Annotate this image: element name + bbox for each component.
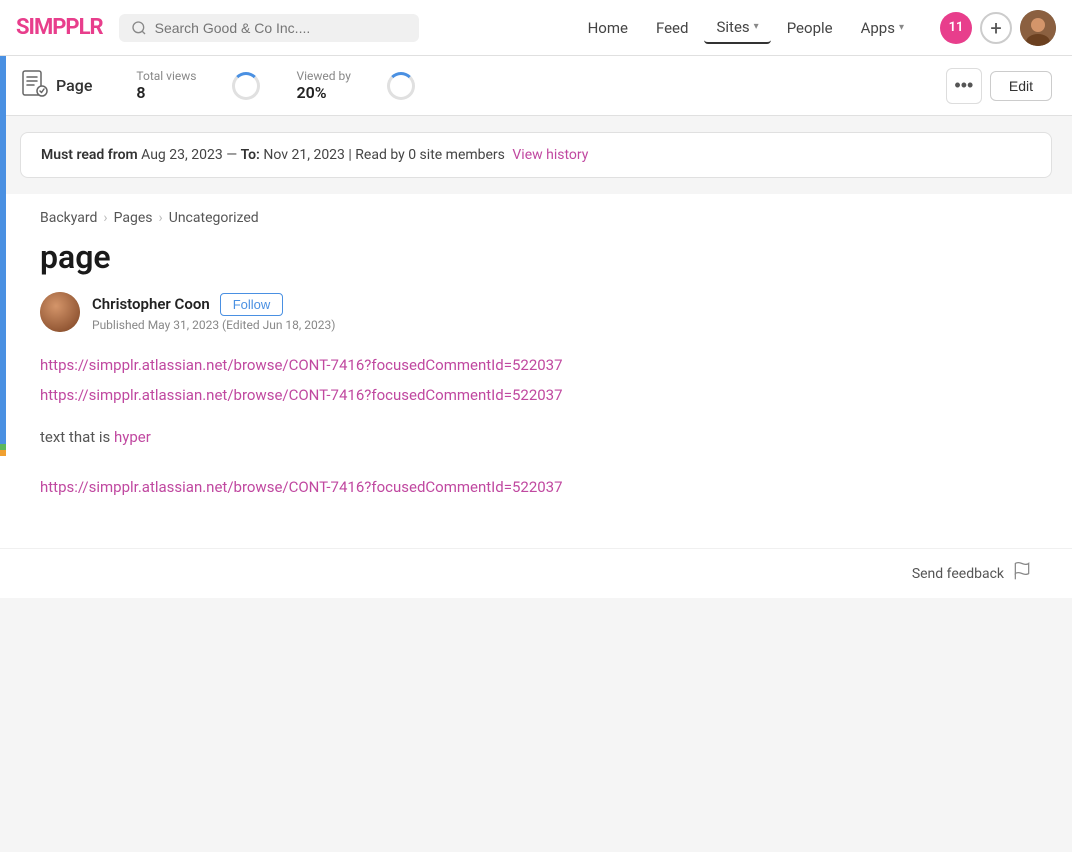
total-views-spinner xyxy=(228,68,264,104)
published-prefix: Published xyxy=(92,318,145,332)
breadcrumb-pages[interactable]: Pages xyxy=(114,210,153,226)
feedback-bar: Send feedback xyxy=(0,548,1072,598)
edit-button[interactable]: Edit xyxy=(990,71,1052,101)
page-actions: ••• Edit xyxy=(946,68,1052,104)
must-read-banner: Must read from Aug 23, 2023 — To: Nov 21… xyxy=(20,132,1052,178)
left-accent-bar xyxy=(0,56,6,456)
nav-link-people[interactable]: People xyxy=(775,13,845,43)
stats-group: Total views 8 Viewed by 20% xyxy=(136,68,418,104)
nav-link-home[interactable]: Home xyxy=(576,13,640,43)
nav-link-sites[interactable]: Sites ▾ xyxy=(704,12,770,44)
flag-icon[interactable] xyxy=(1012,561,1032,586)
page-icon-label: Page xyxy=(20,69,92,102)
search-icon xyxy=(131,20,147,36)
author-row: Christopher Coon Follow Published May 31… xyxy=(0,284,1072,348)
nav-links: Home Feed Sites ▾ People Apps ▾ xyxy=(576,12,916,44)
page-title: page xyxy=(40,238,1032,276)
spinner-circle xyxy=(232,72,260,100)
breadcrumb-sep-2: › xyxy=(159,210,163,226)
flag-svg xyxy=(1012,561,1032,581)
follow-button[interactable]: Follow xyxy=(220,293,284,316)
notification-badge[interactable]: 11 xyxy=(940,12,972,44)
to-date: Nov 21, 2023 xyxy=(263,147,345,163)
content-link-1[interactable]: https://simpplr.atlassian.net/browse/CON… xyxy=(40,356,1032,374)
must-read-separator: — xyxy=(226,147,240,163)
pub-date: May 31, 2023 xyxy=(148,318,219,332)
breadcrumb: Backyard › Pages › Uncategorized xyxy=(0,194,1072,226)
search-input[interactable] xyxy=(155,20,407,36)
view-history-link[interactable]: View history xyxy=(512,147,588,163)
logo[interactable]: SIMPPLR xyxy=(16,15,103,40)
accent-blue xyxy=(0,56,6,444)
accent-orange xyxy=(0,450,6,456)
page-body: https://simpplr.atlassian.net/browse/CON… xyxy=(0,348,1072,548)
must-read-to-label: To: xyxy=(241,147,260,163)
author-name-row: Christopher Coon Follow xyxy=(92,293,335,316)
hyper-link[interactable]: hyper xyxy=(114,428,151,446)
total-views-stat: Total views 8 xyxy=(136,69,196,102)
author-avatar[interactable] xyxy=(40,292,80,332)
apps-chevron-icon: ▾ xyxy=(899,22,904,33)
author-avatar-image xyxy=(40,292,80,332)
page-doc-icon xyxy=(20,69,48,102)
add-button[interactable]: + xyxy=(980,12,1012,44)
author-name: Christopher Coon xyxy=(92,295,210,313)
avatar-image xyxy=(1020,10,1056,46)
nav-link-apps[interactable]: Apps ▾ xyxy=(849,13,916,43)
content-wrapper: Backyard › Pages › Uncategorized page Ch… xyxy=(0,194,1072,598)
read-count: 0 site members xyxy=(408,147,505,163)
breadcrumb-sep-1: › xyxy=(103,210,107,226)
breadcrumb-uncategorized[interactable]: Uncategorized xyxy=(169,210,259,226)
logo-text-plain: SIM xyxy=(16,15,52,40)
page-icon-svg xyxy=(20,69,48,97)
nav-link-feed[interactable]: Feed xyxy=(644,13,701,43)
user-avatar[interactable] xyxy=(1020,10,1056,46)
avatar-svg xyxy=(1020,10,1056,46)
top-navigation: SIMPPLR Home Feed Sites ▾ People Apps ▾ … xyxy=(0,0,1072,56)
viewed-by-label: Viewed by xyxy=(296,69,350,83)
total-views-label: Total views xyxy=(136,69,196,83)
content-link-3[interactable]: https://simpplr.atlassian.net/browse/CON… xyxy=(40,478,1032,496)
page-title-area: page xyxy=(0,226,1072,284)
search-bar[interactable] xyxy=(119,14,419,42)
nav-actions: 11 + xyxy=(940,10,1056,46)
sites-chevron-icon: ▾ xyxy=(754,21,759,32)
logo-text-accent: PPLR xyxy=(52,15,102,40)
spinner-circle-2 xyxy=(387,72,415,100)
from-date: Aug 23, 2023 xyxy=(141,147,223,163)
must-read-read-by: | Read by xyxy=(348,147,408,163)
page-header-label: Page xyxy=(56,76,92,95)
viewed-by-spinner xyxy=(383,68,419,104)
author-meta: Published May 31, 2023 (Edited Jun 18, 2… xyxy=(92,318,335,332)
edit-date: (Edited Jun 18, 2023) xyxy=(222,318,335,332)
content-link-2[interactable]: https://simpplr.atlassian.net/browse/CON… xyxy=(40,386,1032,404)
hyper-text-before: text that is xyxy=(40,428,114,446)
hyper-text-block: text that is hyper xyxy=(40,428,1032,446)
send-feedback-label: Send feedback xyxy=(912,566,1004,582)
breadcrumb-backyard[interactable]: Backyard xyxy=(40,210,97,226)
viewed-by-stat: Viewed by 20% xyxy=(296,69,350,102)
page-header-bar: Page Total views 8 Viewed by 20% ••• Edi… xyxy=(0,56,1072,116)
must-read-label: Must read from xyxy=(41,147,138,163)
more-options-button[interactable]: ••• xyxy=(946,68,982,104)
total-views-value: 8 xyxy=(136,83,145,102)
author-info: Christopher Coon Follow Published May 31… xyxy=(92,293,335,332)
viewed-by-value: 20% xyxy=(296,83,326,102)
